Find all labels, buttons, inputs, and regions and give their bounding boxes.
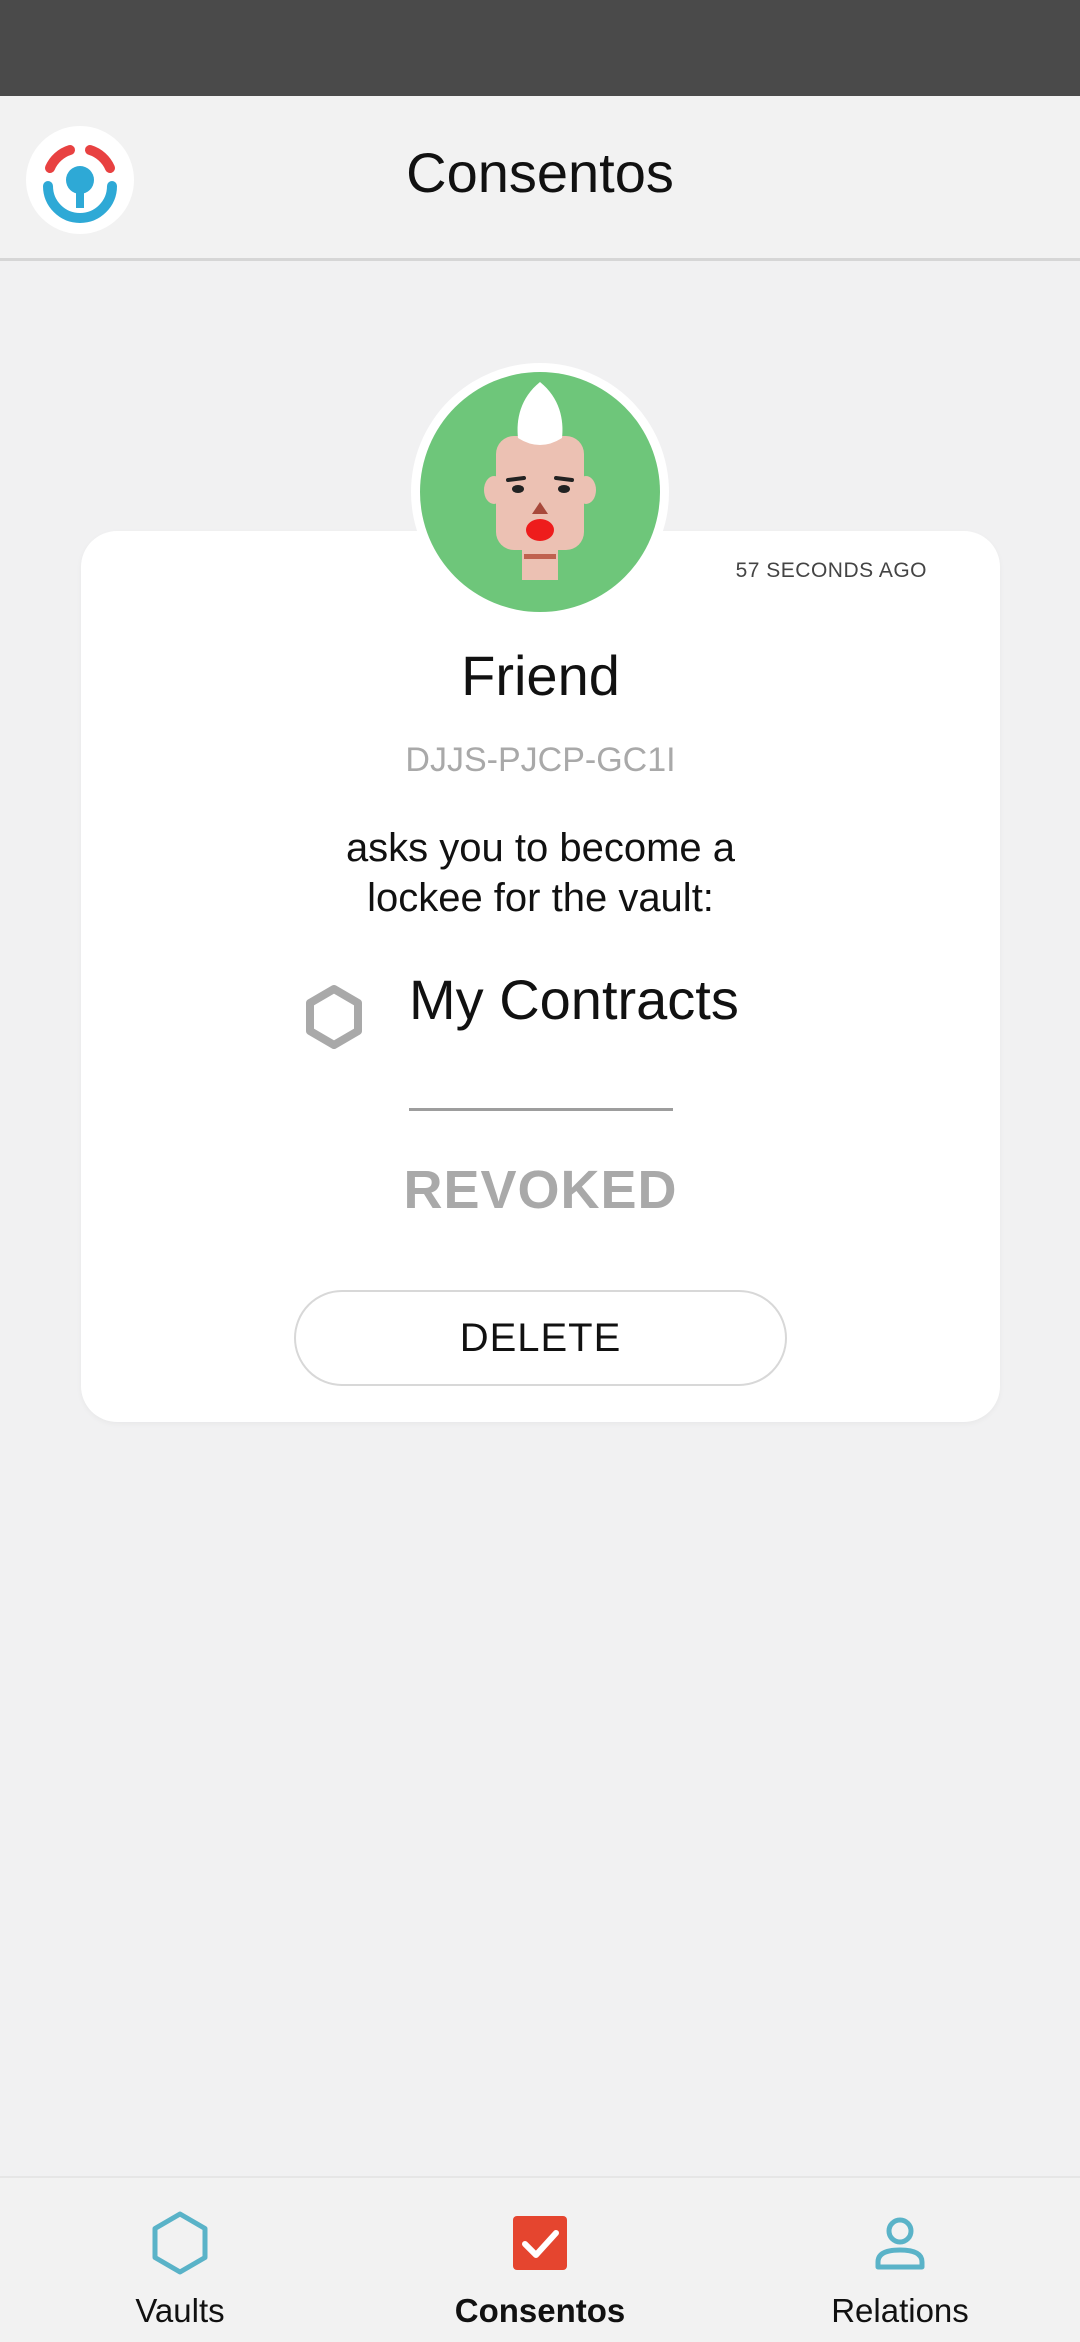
- nav-item-relations[interactable]: Relations: [720, 2178, 1080, 2342]
- delete-button[interactable]: DELETE: [294, 1290, 787, 1386]
- avatar: [420, 372, 660, 612]
- person-icon: [720, 2210, 1080, 2276]
- consent-card: 57 SECONDS AGO Friend DJJS-PJCP-GC1I ask…: [81, 531, 1000, 1422]
- checkbox-icon: [360, 2210, 720, 2276]
- hexagon-icon: [0, 2210, 360, 2276]
- nav-label-relations: Relations: [831, 2292, 969, 2329]
- request-text: asks you to become a lockee for the vaul…: [345, 826, 736, 920]
- avatar-face-icon: [484, 382, 596, 580]
- page-title: Consentos: [406, 141, 674, 204]
- friend-code: DJJS-PJCP-GC1I: [405, 741, 676, 779]
- nav-item-vaults[interactable]: Vaults: [0, 2178, 360, 2342]
- nav-label-vaults: Vaults: [135, 2292, 225, 2329]
- status-badge: REVOKED: [403, 1160, 678, 1220]
- vault-hexagon-icon: [303, 983, 365, 1051]
- status-bar: [0, 0, 1080, 96]
- nav-item-consentos[interactable]: Consentos: [360, 2178, 720, 2342]
- friend-avatar: [411, 363, 669, 621]
- bottom-nav: Vaults Consentos Relations: [0, 2176, 1080, 2342]
- friend-name: Friend: [461, 644, 620, 707]
- nav-label-consentos: Consentos: [454, 2292, 626, 2329]
- timestamp: 57 SECONDS AGO: [735, 559, 927, 582]
- divider: [409, 1108, 673, 1111]
- vault-name: My Contracts: [409, 968, 739, 1031]
- app-bar: Consentos: [0, 96, 1080, 261]
